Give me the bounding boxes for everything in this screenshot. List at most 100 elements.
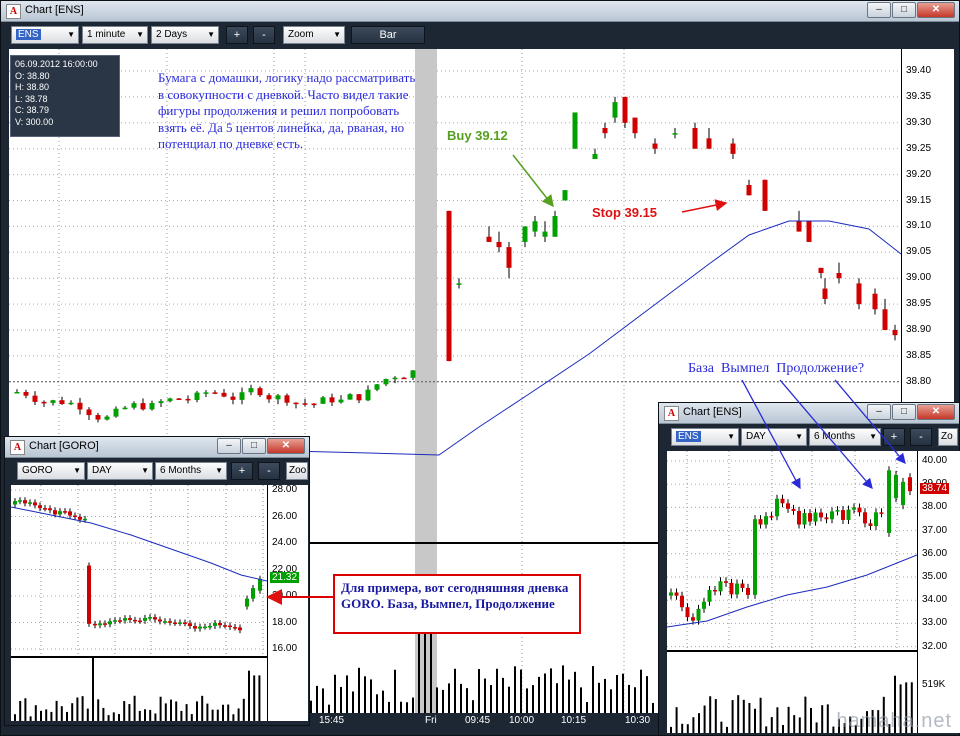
candle-body bbox=[58, 511, 62, 515]
candle-body bbox=[257, 388, 263, 396]
candle-body bbox=[718, 581, 723, 592]
ens-day-toolbar: ENS ▼ DAY ▼ 6 Months ▼ + - Zo bbox=[659, 424, 959, 450]
chevron-down-icon: ▼ bbox=[73, 466, 81, 475]
candle-body bbox=[73, 515, 77, 518]
candle-body bbox=[802, 513, 807, 525]
range-select[interactable]: 6 Months ▼ bbox=[155, 462, 227, 480]
candle-body bbox=[669, 592, 673, 596]
zoom-in-button[interactable]: + bbox=[231, 462, 253, 480]
candle-body bbox=[769, 516, 774, 518]
candle-body bbox=[320, 397, 326, 404]
candle-body bbox=[562, 190, 568, 201]
goro-window-title: Chart [GORO] bbox=[29, 440, 99, 452]
candle-body bbox=[113, 620, 117, 622]
interval-select[interactable]: 1 minute ▼ bbox=[82, 26, 148, 44]
candle-body bbox=[183, 622, 187, 624]
maximize-button[interactable]: □ bbox=[892, 2, 916, 18]
candle-body bbox=[824, 517, 829, 520]
candle-body bbox=[178, 622, 182, 624]
candle-body bbox=[87, 565, 91, 624]
price-tick-label: 38.80 bbox=[906, 375, 932, 387]
candle-body bbox=[347, 394, 353, 400]
candle-body bbox=[275, 395, 281, 400]
candle-body bbox=[542, 231, 548, 237]
main-titlebar[interactable]: A Chart [ENS] – □ ✕ bbox=[1, 1, 959, 22]
symbol-select[interactable]: ENS ▼ bbox=[11, 26, 79, 44]
interval-select[interactable]: DAY ▼ bbox=[741, 428, 807, 446]
candle-body bbox=[383, 378, 389, 385]
candle-body bbox=[185, 398, 191, 401]
minimize-button[interactable]: – bbox=[217, 438, 241, 454]
candle-body bbox=[813, 512, 818, 522]
close-button[interactable]: ✕ bbox=[917, 404, 955, 420]
price-tick-label: 26.00 bbox=[272, 510, 298, 522]
close-button[interactable]: ✕ bbox=[267, 438, 305, 454]
app-logo-icon: A bbox=[664, 406, 679, 421]
candle-body bbox=[140, 403, 146, 410]
range-select[interactable]: 6 Months ▼ bbox=[809, 428, 881, 446]
candle-body bbox=[133, 619, 137, 622]
price-tick-label: 39.30 bbox=[906, 116, 932, 128]
candle-body bbox=[95, 415, 101, 420]
candle-body bbox=[868, 523, 873, 526]
zoom-select[interactable]: Zo bbox=[938, 428, 958, 446]
range-select[interactable]: 2 Days ▼ bbox=[151, 26, 219, 44]
symbol-select[interactable]: GORO ▼ bbox=[17, 462, 85, 480]
candle-body bbox=[374, 384, 380, 390]
candle-body bbox=[131, 403, 137, 408]
candle-body bbox=[203, 392, 209, 394]
goro-titlebar[interactable]: A Chart [GORO] – □ ✕ bbox=[5, 437, 309, 458]
zoom-out-button[interactable]: - bbox=[258, 462, 280, 480]
ens-day-titlebar[interactable]: A Chart [ENS] – □ ✕ bbox=[659, 403, 959, 424]
candle-body bbox=[53, 510, 57, 515]
candle-body bbox=[857, 507, 862, 513]
app-logo-icon: A bbox=[10, 440, 25, 455]
goro-plot[interactable] bbox=[11, 485, 267, 721]
info-high: H: 38.80 bbox=[15, 82, 50, 93]
chevron-down-icon: ▼ bbox=[136, 30, 144, 39]
zoom-in-button[interactable]: + bbox=[226, 26, 248, 44]
candle-body bbox=[456, 283, 462, 285]
candle-body bbox=[221, 392, 227, 397]
info-close: C: 38.79 bbox=[15, 105, 50, 116]
candle-body bbox=[592, 153, 598, 160]
zoom-select[interactable]: Zoo bbox=[286, 462, 308, 480]
candle-body bbox=[762, 179, 768, 211]
candle-body bbox=[198, 626, 202, 629]
minimize-button[interactable]: – bbox=[867, 404, 891, 420]
candle-body bbox=[808, 513, 812, 522]
candle-body bbox=[208, 625, 212, 628]
close-button[interactable]: ✕ bbox=[917, 2, 955, 18]
candle-body bbox=[740, 583, 745, 588]
candle-body bbox=[158, 401, 164, 404]
zoom-out-button[interactable]: - bbox=[910, 428, 932, 446]
ens-day-plot[interactable] bbox=[667, 451, 917, 733]
candle-body bbox=[50, 400, 56, 403]
symbol-select[interactable]: ENS ▼ bbox=[671, 428, 739, 446]
maximize-button[interactable]: □ bbox=[242, 438, 266, 454]
minimize-button[interactable]: – bbox=[867, 2, 891, 18]
candle-body bbox=[552, 216, 558, 237]
maximize-button[interactable]: □ bbox=[892, 404, 916, 420]
candle-body bbox=[724, 581, 728, 583]
candle-body bbox=[245, 598, 249, 607]
zoom-out-button[interactable]: - bbox=[253, 26, 275, 44]
candle-body bbox=[446, 210, 452, 362]
bar-type-button[interactable]: Bar bbox=[351, 26, 425, 44]
candle-body bbox=[68, 402, 74, 405]
interval-select[interactable]: DAY ▼ bbox=[87, 462, 153, 480]
zoom-in-button[interactable]: + bbox=[883, 428, 905, 446]
candle-body bbox=[266, 395, 272, 400]
candle-body bbox=[23, 391, 29, 396]
candle-body bbox=[758, 519, 763, 525]
zoom-select[interactable]: Zoom ▼ bbox=[283, 26, 345, 44]
candle-body bbox=[729, 582, 734, 595]
price-tick-label: 39.05 bbox=[906, 246, 932, 258]
candle-body bbox=[248, 388, 254, 393]
candle-body bbox=[302, 403, 308, 405]
candle-body bbox=[148, 617, 152, 619]
candle-body bbox=[123, 618, 127, 621]
candle-body bbox=[138, 620, 142, 623]
candle-body bbox=[707, 589, 712, 602]
candle-body bbox=[874, 512, 878, 526]
